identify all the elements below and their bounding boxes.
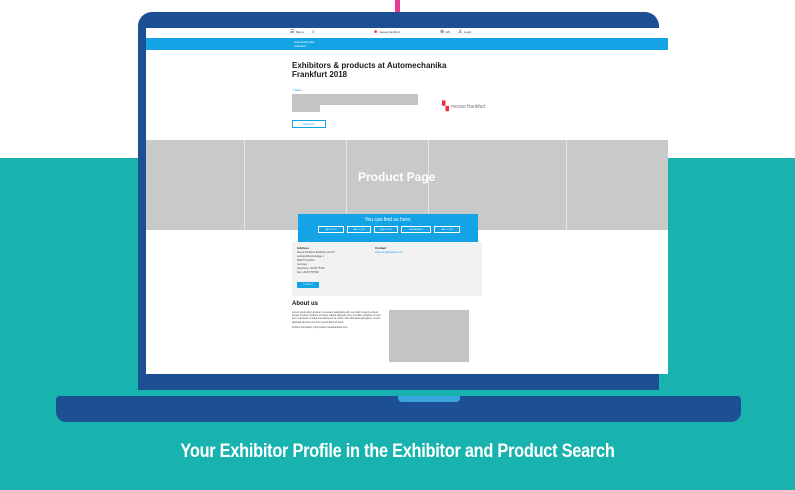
about-more-link[interactable]: Further information: https://www.messefr… [292, 326, 384, 329]
address-label: Address [297, 246, 310, 250]
event-brand-bar: automechanika Frankfurt [146, 38, 668, 50]
hall-button[interactable]: HALL 4.0 B2 [347, 226, 371, 233]
brand-line-2: Frankfurt [294, 44, 307, 48]
site-topbar: ☰ Menu ⌕ ■ messe frankfurt ⊕ EN ♙ Login [146, 28, 668, 38]
about-paragraph: Lorem ipsum dolor sit amet, consetetur s… [292, 311, 381, 324]
fax-line: Fax +49 69 757568 [297, 271, 319, 274]
exhibitor-logo: ▚ messe frankfurt [442, 102, 522, 114]
about-text: Lorem ipsum dolor sit amet, consetetur s… [292, 311, 384, 329]
gallery-divider [244, 140, 245, 230]
globe-icon[interactable]: ⊕ [440, 29, 444, 35]
phone-line: Telephone +49 69 75750 [297, 267, 325, 270]
decorative-cord [395, 0, 400, 12]
user-icon[interactable]: ♙ [458, 29, 462, 35]
about-image-placeholder [389, 310, 469, 362]
laptop-notch [398, 396, 460, 402]
find-us-title: You can find us here: [364, 217, 412, 223]
gallery-caption: Product Page [358, 170, 436, 184]
address-line: 60327 Frankfurt [297, 259, 315, 262]
exhibitor-subtitle-placeholder [292, 105, 320, 112]
contact-button[interactable]: CONTACT [297, 282, 319, 288]
messe-logo-mark-icon: ▚ [442, 101, 449, 111]
hall-button[interactable]: FREE-AREA F2 [401, 226, 431, 233]
gallery-divider [566, 140, 567, 230]
profile-caption: Your Exhibitor Profile in the Exhibitor … [180, 441, 615, 462]
laptop-base [56, 396, 741, 422]
exhibitor-name-placeholder [292, 94, 418, 105]
login-label[interactable]: Login [464, 30, 471, 34]
address-line: Messe Frankfurt Exhibition GmbH [297, 251, 335, 254]
contact-card: Address Messe Frankfurt Exhibition GmbH … [292, 242, 482, 296]
topbar-brand-text: messe frankfurt [379, 30, 400, 34]
about-heading: About us [292, 301, 318, 307]
website-link[interactable]: www.messefrankfurt.com [375, 251, 403, 254]
back-link[interactable]: < Back [292, 88, 301, 92]
laptop-screen: ☰ Menu ⌕ ■ messe frankfurt ⊕ EN ♙ Login … [146, 28, 668, 374]
menu-label[interactable]: Menu [296, 30, 304, 34]
hall-button[interactable]: HALL 9.0 B4 [434, 226, 460, 233]
messe-logo-icon: ■ [374, 29, 378, 35]
address-line: Ludwig-Erhard-Anlage 1 [297, 255, 324, 258]
hall-button[interactable]: HALL 3.0 B1 [318, 226, 344, 233]
search-icon[interactable]: ⌕ [312, 29, 315, 35]
language-label[interactable]: EN [446, 30, 450, 34]
bookmark-button[interactable]: Bookmark [292, 120, 326, 128]
find-us-panel: You can find us here: HALL 3.0 B1 HALL 4… [298, 214, 478, 242]
logo-text: messe frankfurt [451, 104, 486, 110]
menu-icon[interactable]: ☰ [290, 29, 294, 35]
event-brand[interactable]: automechanika Frankfurt [294, 40, 314, 48]
page-title: Exhibitors & products at Automechanika F… [292, 61, 447, 79]
contact-label: Contact [375, 246, 387, 250]
address-line: Germany [297, 263, 308, 266]
hall-button[interactable]: HALL 5.0 B3 [374, 226, 398, 233]
